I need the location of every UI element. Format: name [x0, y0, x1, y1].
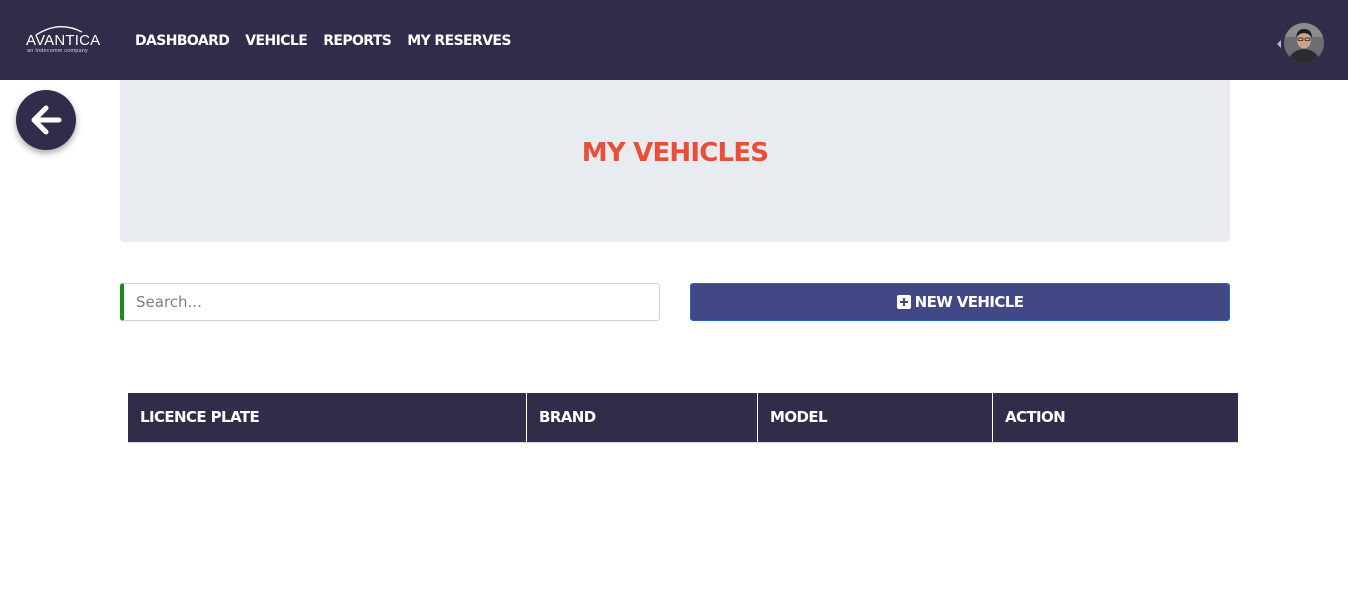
column-model[interactable]: MODEL [758, 393, 993, 442]
nav-my-reserves[interactable]: MY RESERVES [407, 32, 511, 50]
new-vehicle-button[interactable]: NEW VEHICLE [690, 283, 1230, 321]
column-licence-plate[interactable]: LICENCE PLATE [128, 393, 527, 442]
user-photo-icon [1284, 23, 1324, 63]
back-button[interactable] [16, 90, 76, 150]
new-vehicle-label: NEW VEHICLE [914, 293, 1024, 311]
caret-left-icon[interactable] [1277, 40, 1281, 48]
page-header-banner: MY VEHICLES [120, 80, 1230, 242]
top-navbar: AVANTICA an Indecomm company DASHBOARD V… [0, 0, 1348, 80]
logo-wordmark: AVANTICA [26, 32, 101, 49]
nav-dashboard[interactable]: DASHBOARD [135, 32, 230, 50]
user-avatar[interactable] [1284, 23, 1324, 63]
search-box [120, 283, 660, 321]
avantica-logo[interactable]: AVANTICA an Indecomm company [26, 24, 104, 58]
plus-square-icon [896, 295, 911, 309]
nav-reports[interactable]: REPORTS [323, 32, 392, 50]
page-title: MY VEHICLES [581, 138, 769, 168]
vehicles-table-header: LICENCE PLATE BRAND MODEL ACTION [128, 393, 1238, 443]
search-input[interactable] [124, 284, 659, 320]
column-brand[interactable]: BRAND [527, 393, 758, 442]
logo-tagline: an Indecomm company [27, 48, 88, 54]
column-action[interactable]: ACTION [993, 393, 1238, 442]
arrow-left-icon [31, 105, 62, 135]
main-nav: DASHBOARD VEHICLE REPORTS MY RESERVES [135, 32, 527, 50]
nav-vehicle[interactable]: VEHICLE [245, 32, 307, 50]
